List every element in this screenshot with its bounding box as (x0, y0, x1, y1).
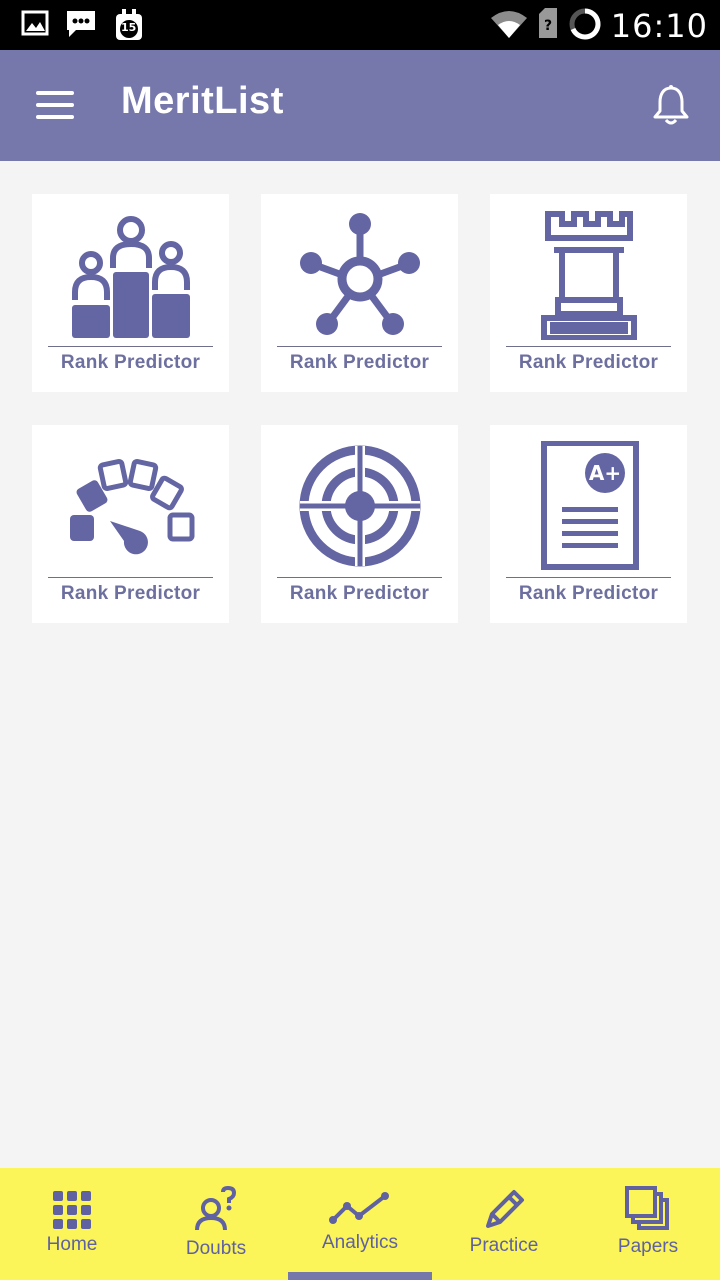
nav-doubts[interactable]: Doubts (144, 1168, 288, 1280)
nav-papers[interactable]: Papers (576, 1168, 720, 1280)
nav-label: Analytics (321, 1232, 399, 1253)
calendar-icon: 15 (112, 8, 146, 46)
bell-icon[interactable] (650, 84, 692, 128)
active-tab-indicator (288, 1272, 432, 1280)
stacked-papers-icon (625, 1186, 669, 1230)
card-grade[interactable]: A+ Rank Predictor (490, 425, 687, 623)
card-network[interactable]: Rank Predictor (261, 194, 458, 392)
nav-home[interactable]: Home (0, 1168, 144, 1280)
card-divider (48, 346, 213, 347)
nav-label: Practice (469, 1235, 539, 1256)
target-crosshair-icon (299, 445, 420, 567)
card-rook[interactable]: Rank Predictor (490, 194, 687, 392)
sim-icon: ? (537, 8, 559, 44)
card-label: Rank Predictor (289, 583, 430, 604)
card-label: Rank Predictor (289, 352, 430, 373)
calendar-badge: 15 (121, 21, 137, 34)
card-gauge[interactable]: Rank Predictor (32, 425, 229, 623)
hamburger-menu-icon[interactable] (36, 89, 76, 121)
bottom-nav: Home Doubts Analytics Practice Papers (0, 1168, 720, 1280)
card-target[interactable]: Rank Predictor (261, 425, 458, 623)
nav-analytics[interactable]: Analytics (288, 1168, 432, 1280)
card-label: Rank Predictor (60, 352, 201, 373)
card-label: Rank Predictor (518, 352, 659, 373)
nav-label: Papers (617, 1236, 679, 1257)
card-podium[interactable]: Rank Predictor (32, 194, 229, 392)
card-label: Rank Predictor (518, 583, 659, 604)
wifi-icon (489, 8, 529, 44)
podium-people-icon (71, 216, 190, 338)
chess-rook-icon (540, 211, 637, 340)
page-title: MeritList (121, 80, 284, 122)
nav-label: Home (46, 1234, 98, 1255)
person-question-icon (195, 1186, 237, 1231)
card-divider (506, 346, 671, 347)
card-label: Rank Predictor (60, 583, 201, 604)
svg-text:?: ? (544, 18, 552, 34)
svg-text:A+: A+ (588, 461, 620, 485)
network-hub-icon (299, 213, 420, 335)
status-time: 16:10 (610, 7, 708, 45)
app-bar: MeritList (0, 50, 720, 161)
grid-dots-icon (53, 1191, 91, 1229)
image-icon (20, 8, 50, 46)
message-icon (64, 8, 98, 46)
line-chart-icon (329, 1192, 389, 1224)
battery-ring-icon (567, 6, 603, 46)
grade-a-plus-report-icon: A+ (540, 441, 639, 570)
card-divider (277, 346, 442, 347)
status-bar: 15 ? 16:10 (0, 0, 720, 50)
card-divider (48, 577, 213, 578)
speedometer-gauge-icon (69, 459, 194, 555)
pencil-icon (486, 1190, 524, 1228)
nav-label: Doubts (185, 1238, 247, 1259)
card-divider (277, 577, 442, 578)
card-divider (506, 577, 671, 578)
nav-practice[interactable]: Practice (432, 1168, 576, 1280)
